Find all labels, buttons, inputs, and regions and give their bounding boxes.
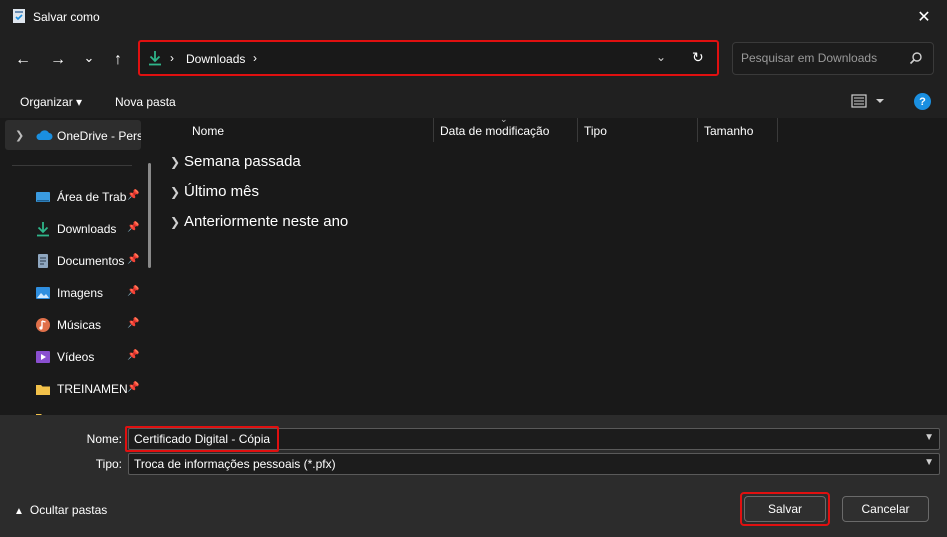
- chevron-right-icon[interactable]: ❯: [170, 155, 184, 169]
- group-header[interactable]: ❯ Último mês: [170, 183, 259, 200]
- title-bar: Salvar como ✕: [0, 0, 947, 34]
- back-button[interactable]: ←: [10, 48, 36, 72]
- file-list: ⌄ Nome Data de modificação Tipo Tamanho …: [160, 114, 947, 415]
- chevron-right-icon[interactable]: ❯: [170, 185, 184, 199]
- recent-locations-button[interactable]: ⌄: [76, 46, 102, 70]
- filename-label: Nome:: [86, 432, 122, 446]
- cloud-icon: [36, 130, 53, 140]
- address-bar[interactable]: › Downloads › ⌄ ↻: [138, 40, 719, 76]
- window-title: Salvar como: [33, 10, 100, 24]
- group-label: Último mês: [184, 183, 260, 200]
- arrow-right-icon: →: [50, 51, 66, 68]
- filetype-value: Troca de informações pessoais (*.pfx): [134, 457, 336, 471]
- navigation-pane: ❯ OneDrive - Personal Área de Trabalho 📌…: [0, 118, 160, 415]
- column-header-name[interactable]: Nome: [192, 124, 224, 138]
- column-divider[interactable]: [433, 118, 434, 142]
- search-icon[interactable]: [909, 51, 923, 65]
- filetype-label: Tipo:: [95, 457, 122, 471]
- download-icon: [149, 51, 161, 66]
- breadcrumb-separator[interactable]: ›: [253, 51, 257, 65]
- pin-icon[interactable]: 📌: [127, 222, 139, 233]
- sidebar-item-music[interactable]: Músicas 📌: [35, 314, 145, 338]
- sidebar-item-label: Músicas: [57, 318, 102, 332]
- group-label: Anteriormente neste ano: [184, 213, 349, 230]
- sidebar-item-desktop[interactable]: Área de Trabalho 📌: [35, 186, 145, 210]
- column-header-date[interactable]: Data de modificação: [440, 124, 549, 138]
- sidebar-item-onedrive[interactable]: ❯ OneDrive - Personal: [5, 120, 141, 150]
- download-icon: [37, 222, 49, 237]
- hide-folders-label: Ocultar pastas: [29, 503, 108, 517]
- breadcrumb-separator[interactable]: ›: [170, 51, 174, 65]
- pin-icon[interactable]: 📌: [127, 318, 139, 329]
- save-dialog-icon: [13, 9, 25, 23]
- save-button-label: Salvar: [744, 496, 826, 522]
- help-icon[interactable]: ?: [914, 93, 931, 110]
- sidebar-item-label: Documentos: [57, 254, 125, 268]
- save-options-panel: Nome: ▼ Tipo: Troca de informações pesso…: [0, 415, 947, 537]
- desktop-icon: [36, 192, 50, 202]
- refresh-icon[interactable]: ↻: [692, 49, 704, 66]
- address-dropdown-icon[interactable]: ⌄: [656, 50, 666, 64]
- close-icon: ✕: [917, 9, 931, 26]
- chevron-right-icon[interactable]: ❯: [170, 215, 184, 229]
- group-header[interactable]: ❯ Semana passada: [170, 153, 301, 170]
- column-header-size[interactable]: Tamanho: [704, 124, 753, 138]
- sidebar-item-label: Downloads: [57, 222, 117, 236]
- hide-folders-button[interactable]: ▲ Ocultar pastas: [14, 503, 107, 517]
- pin-icon[interactable]: 📌: [127, 286, 139, 297]
- pin-icon[interactable]: 📌: [127, 254, 139, 265]
- arrow-left-icon: ←: [15, 51, 31, 68]
- group-header[interactable]: ❯ Anteriormente neste ano: [170, 213, 348, 230]
- sidebar-item-label: Vídeos: [57, 350, 95, 364]
- view-options-icon[interactable]: [851, 93, 887, 109]
- search-box[interactable]: [732, 42, 934, 75]
- group-label: Semana passada: [184, 153, 301, 170]
- pin-icon[interactable]: 📌: [127, 190, 139, 201]
- video-icon: [36, 351, 50, 363]
- column-header-type[interactable]: Tipo: [584, 124, 607, 138]
- close-button[interactable]: ✕: [901, 0, 947, 34]
- up-button[interactable]: ↑: [105, 48, 131, 72]
- music-icon: [36, 318, 50, 332]
- toolbar: Organizar ▾ Nova pasta ?: [0, 86, 947, 118]
- column-divider[interactable]: [577, 118, 578, 142]
- sidebar-item-videos[interactable]: Vídeos 📌: [35, 346, 145, 370]
- chevron-up-icon: ▲: [14, 506, 24, 517]
- new-folder-button[interactable]: Nova pasta: [115, 95, 176, 109]
- navigation-bar: ← → ⌄ ↑ › Downloads › ⌄ ↻: [0, 34, 947, 86]
- chevron-right-icon[interactable]: ❯: [15, 129, 24, 142]
- sidebar-divider: [12, 165, 132, 166]
- search-input[interactable]: [741, 51, 901, 65]
- organize-menu[interactable]: Organizar ▾: [20, 95, 82, 109]
- sidebar-item-label: Área de Trabalho: [57, 190, 127, 204]
- pin-icon[interactable]: 📌: [127, 350, 139, 361]
- column-divider[interactable]: [777, 118, 778, 142]
- sidebar-item-label: Imagens: [57, 286, 104, 300]
- folder-icon: [36, 385, 50, 395]
- filetype-select[interactable]: Troca de informações pessoais (*.pfx) ▼: [128, 453, 940, 475]
- chevron-down-icon[interactable]: ▼: [924, 432, 934, 443]
- image-icon: [36, 287, 50, 299]
- breadcrumb-downloads[interactable]: Downloads: [186, 52, 245, 66]
- arrow-up-icon: ↑: [114, 51, 122, 68]
- column-divider[interactable]: [697, 118, 698, 142]
- cancel-button[interactable]: Cancelar: [842, 496, 929, 522]
- document-icon: [38, 254, 48, 268]
- sidebar-item-treinamento[interactable]: TREINAMENTO 📌: [35, 378, 145, 402]
- chevron-down-icon[interactable]: ▼: [924, 457, 934, 468]
- sidebar-item-images[interactable]: Imagens 📌: [35, 282, 145, 306]
- pin-icon[interactable]: 📌: [127, 382, 139, 393]
- sidebar-scrollbar[interactable]: [148, 163, 151, 268]
- sidebar-item-label: OneDrive - Personal: [57, 129, 141, 143]
- filename-field[interactable]: ▼: [128, 428, 940, 450]
- save-button[interactable]: Salvar: [740, 492, 830, 526]
- sidebar-item-documents[interactable]: Documentos 📌: [35, 250, 145, 274]
- forward-button[interactable]: →: [45, 48, 71, 72]
- sidebar-item-label: TREINAMENTO: [57, 382, 127, 396]
- filename-input[interactable]: [134, 432, 834, 446]
- chevron-down-icon: ⌄: [83, 50, 95, 65]
- sidebar-item-downloads[interactable]: Downloads 📌: [35, 218, 145, 242]
